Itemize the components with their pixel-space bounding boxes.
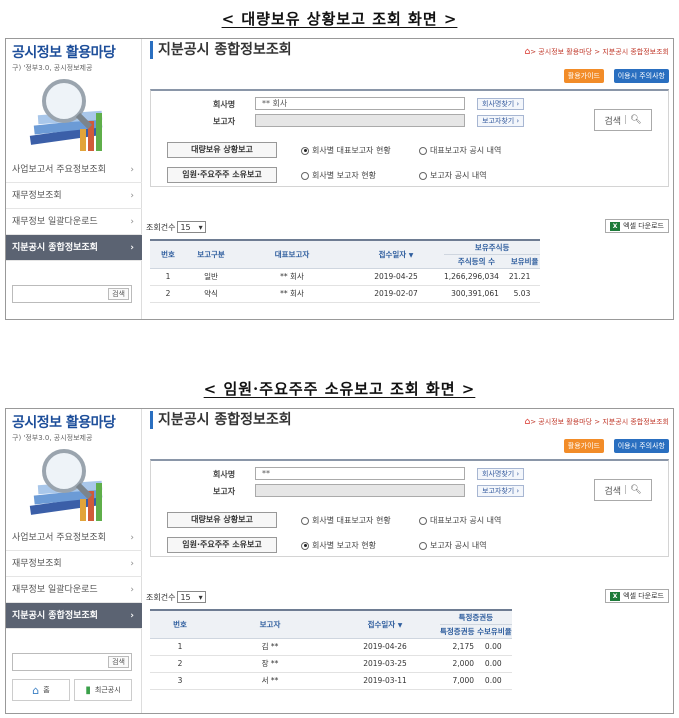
- chevron-down-icon: ▾: [198, 222, 203, 232]
- radio-reporter-disclosure[interactable]: 보고자 공시 내역: [419, 170, 487, 181]
- notice-button[interactable]: 이용시 주의사항: [613, 69, 669, 83]
- reporter-label: 보고자: [213, 487, 236, 496]
- radio-company-reporter-status[interactable]: 회사별 보고자 현황: [301, 540, 376, 551]
- sidebar: 공시정보 활용마당 구) '정부3.0, 공시정보제공 사업보고서 주요정보조회…: [6, 39, 142, 319]
- radio-company-rep-status[interactable]: 회사별 대표보고자 현황: [301, 515, 391, 526]
- chevron-right-icon: ›: [130, 243, 134, 253]
- chevron-right-icon: ›: [130, 191, 134, 201]
- guide-button[interactable]: 활용가이드: [563, 69, 604, 83]
- results-table: 번호 보고구분 대표보고자 접수일자 ▼ 보유주식등 주식등의 수 보유비율 1…: [150, 239, 541, 303]
- sidebar-item-financial-download[interactable]: 재무정보 일괄다운로드 ›: [6, 209, 142, 235]
- company-label: 회사명: [213, 470, 236, 479]
- guide-button[interactable]: 활용가이드: [563, 439, 604, 453]
- chevron-down-icon: ▾: [198, 592, 203, 602]
- company-input[interactable]: **: [255, 467, 465, 480]
- page-title: 지분공시 종합정보조회: [150, 41, 292, 59]
- sidebar-item-financial-info[interactable]: 재무정보조회 ›: [6, 183, 142, 209]
- bar-chart-icon: ▮: [85, 684, 91, 696]
- notice-button[interactable]: 이용시 주의사항: [613, 439, 669, 453]
- result-count: 조회건수 15 ▾: [146, 591, 206, 603]
- breadcrumb: ⌂> 공시정보 활용마당 > 지분공시 종합정보조회: [524, 417, 670, 427]
- sort-received-date[interactable]: 접수일자 ▼: [330, 609, 440, 639]
- tab-bulk-holding[interactable]: 대량보유 상황보고: [167, 142, 277, 158]
- table-row[interactable]: 2 약식 ** 회사 2019-02-07 300,391,061 5.03: [150, 285, 541, 303]
- chevron-right-icon: ›: [130, 585, 134, 595]
- results-table: 번호 보고자 접수일자 ▼ 특정증권등 특정증권등 수 보유비율 1 김 ** …: [150, 609, 512, 690]
- excel-download-button[interactable]: X 엑셀 다운로드: [605, 589, 669, 603]
- magnifier-books-illustration: [20, 79, 120, 159]
- sidebar-item-business-report[interactable]: 사업보고서 주요정보조회 ›: [6, 525, 142, 551]
- chevron-right-icon: ›: [130, 533, 134, 543]
- count-select[interactable]: 15 ▾: [177, 591, 206, 603]
- chevron-right-icon: ›: [130, 559, 134, 569]
- sidebar-item-financial-download[interactable]: 재무정보 일괄다운로드 ›: [6, 577, 142, 603]
- reporter-input[interactable]: [255, 114, 465, 127]
- chevron-right-icon: ›: [130, 611, 134, 621]
- reporter-label: 보고자: [213, 117, 236, 126]
- search-panel: 회사명 ** 회사 회사명찾기 › 보고자 보고자찾기 › 검색 | 🔍︎ 대량보유…: [150, 89, 669, 187]
- section-heading: < 대량보유 상황보고 조회 화면 >: [221, 10, 458, 28]
- sidebar-item-equity-disclosure[interactable]: 지분공시 종합정보조회 ›: [6, 603, 142, 629]
- tab-executive-holding[interactable]: 임원·주요주주 소유보고: [167, 537, 277, 553]
- screen-frame: 공시정보 활용마당 구) '정부3.0, 공시정보제공 사업보고서 주요정보조회…: [5, 38, 674, 320]
- excel-icon: X: [610, 221, 621, 231]
- result-count: 조회건수 15 ▾: [146, 221, 206, 233]
- search-icon: 🔍︎: [630, 115, 642, 125]
- search-panel: 회사명 ** 회사명찾기 › 보고자 보고자찾기 › 검색 | 🔍︎ 대량보유 상황…: [150, 459, 669, 557]
- magnifier-books-illustration: [20, 449, 120, 529]
- screen-frame: 공시정보 활용마당 구) '정부3.0, 공시정보제공 사업보고서 주요정보조회…: [5, 408, 674, 714]
- tab-executive-holding[interactable]: 임원·주요주주 소유보고: [167, 167, 277, 183]
- search-icon: 🔍︎: [630, 485, 642, 495]
- find-reporter-button[interactable]: 보고자찾기 ›: [477, 485, 525, 497]
- sort-down-icon: ▼: [408, 251, 414, 259]
- search-button[interactable]: 검색 | 🔍︎: [594, 109, 652, 131]
- table-row[interactable]: 2 장 ** 2019-03-25 2,000 0.00: [150, 655, 512, 673]
- sort-down-icon: ▼: [397, 621, 403, 629]
- find-reporter-button[interactable]: 보고자찾기 ›: [477, 115, 525, 127]
- sort-received-date[interactable]: 접수일자 ▼: [348, 239, 444, 269]
- sidebar-search-input[interactable]: 검색: [12, 653, 132, 671]
- table-row[interactable]: 3 서 ** 2019-03-11 7,000 0.00: [150, 672, 512, 690]
- reporter-input[interactable]: [255, 484, 465, 497]
- chevron-right-icon: ›: [130, 165, 134, 175]
- breadcrumb: ⌂> 공시정보 활용마당 > 지분공시 종합정보조회: [524, 47, 670, 57]
- radio-company-rep-status[interactable]: 회사별 대표보고자 현황: [301, 145, 391, 156]
- page-title: 지분공시 종합정보조회: [150, 411, 292, 429]
- find-company-button[interactable]: 회사명찾기 ›: [477, 98, 525, 110]
- find-company-button[interactable]: 회사명찾기 ›: [477, 468, 525, 480]
- sidebar-item-equity-disclosure[interactable]: 지분공시 종합정보조회 ›: [6, 235, 142, 261]
- brand-title[interactable]: 공시정보 활용마당: [12, 412, 135, 432]
- section-heading: < 임원·주요주주 소유보고 조회 화면 >: [203, 380, 476, 398]
- search-button[interactable]: 검색 | 🔍︎: [594, 479, 652, 501]
- radio-rep-disclosure[interactable]: 대표보고자 공시 내역: [419, 145, 501, 156]
- radio-reporter-disclosure[interactable]: 보고자 공시 내역: [419, 540, 487, 551]
- excel-icon: X: [610, 591, 621, 601]
- sidebar: 공시정보 활용마당 구) '정부3.0, 공시정보제공 사업보고서 주요정보조회…: [6, 409, 142, 713]
- house-icon: ⌂: [32, 683, 40, 697]
- radio-rep-disclosure[interactable]: 대표보고자 공시 내역: [419, 515, 501, 526]
- recent-disclosure-button[interactable]: ▮ 최근공시: [74, 679, 132, 701]
- brand-title[interactable]: 공시정보 활용마당: [12, 42, 135, 62]
- chevron-right-icon: ›: [130, 217, 134, 227]
- sidebar-search-button[interactable]: 검색: [108, 288, 129, 300]
- brand-subtitle: 구) '정부3.0, 공시정보제공: [12, 434, 93, 442]
- tab-bulk-holding[interactable]: 대량보유 상황보고: [167, 512, 277, 528]
- sidebar-item-financial-info[interactable]: 재무정보조회 ›: [6, 551, 142, 577]
- excel-download-button[interactable]: X 엑셀 다운로드: [605, 219, 669, 233]
- company-input[interactable]: ** 회사: [255, 97, 465, 110]
- table-row[interactable]: 1 김 ** 2019-04-26 2,175 0.00: [150, 638, 512, 656]
- sidebar-search-button[interactable]: 검색: [108, 656, 129, 668]
- count-select[interactable]: 15 ▾: [177, 221, 206, 233]
- radio-company-reporter-status[interactable]: 회사별 보고자 현황: [301, 170, 376, 181]
- home-quick-button[interactable]: ⌂ 홈: [12, 679, 70, 701]
- company-label: 회사명: [213, 100, 236, 109]
- sidebar-item-business-report[interactable]: 사업보고서 주요정보조회 ›: [6, 157, 142, 183]
- table-row[interactable]: 1 일반 ** 회사 2019-04-25 1,266,296,034 21.2…: [150, 268, 541, 286]
- sidebar-search-input[interactable]: 검색: [12, 285, 132, 303]
- brand-subtitle: 구) '정부3.0, 공시정보제공: [12, 64, 93, 72]
